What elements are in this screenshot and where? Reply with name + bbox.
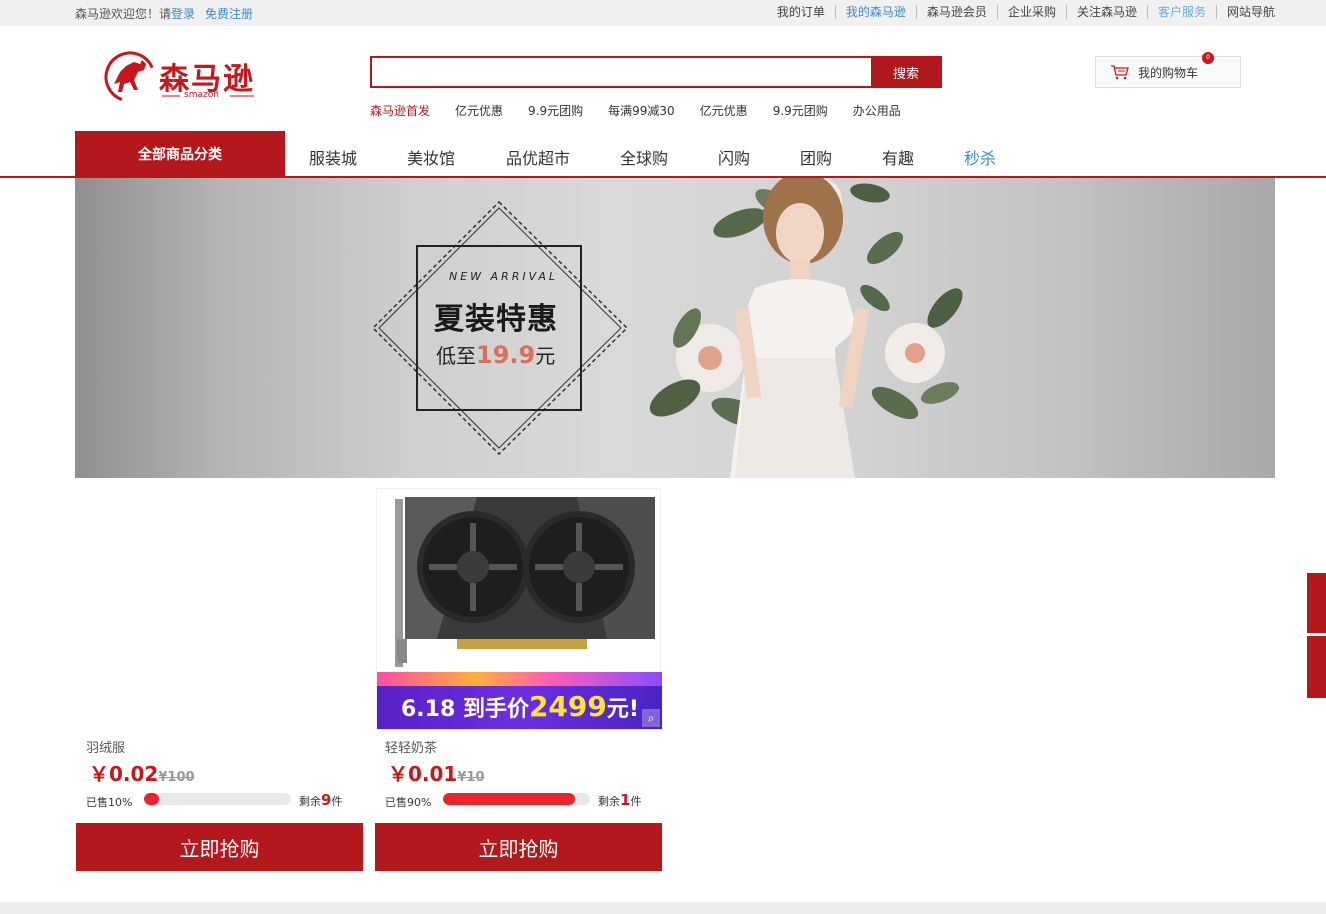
cart-count-badge: 0 [1202, 52, 1214, 64]
hot-keyword[interactable]: 9.9元团购 [773, 102, 828, 119]
footer-bar [0, 902, 1326, 914]
sold-percent-label: 已售10% [86, 796, 133, 809]
zoom-icon[interactable]: ⌕ [642, 709, 660, 727]
remaining-count: 1 [620, 791, 631, 809]
product-image[interactable] [76, 488, 363, 730]
price-row: ￥0.02¥100 [89, 758, 195, 787]
top-bar: 森马逊欢迎您！请登录 免费注册 我的订单 我的森马逊 森马逊会员 企业采购 关注森… [0, 0, 1326, 26]
nav-item-seckill[interactable]: 秒杀 [964, 145, 996, 169]
top-link-orders[interactable]: 我的订单 [767, 5, 835, 19]
all-categories-button[interactable]: 全部商品分类 [75, 131, 285, 176]
product-name[interactable]: 羽绒服 [86, 737, 125, 756]
promo-badge-text: 6.18 到手价2499元! [401, 690, 639, 723]
side-tab-bottom[interactable] [1307, 636, 1326, 698]
promo-banner[interactable]: NEW ARRIVAL 夏装特惠 低至19.9元 [75, 178, 1275, 478]
promo-badge-prefix: 6.18 到手价 [401, 697, 529, 722]
main-nav: 全部商品分类 服装城 美妆馆 品优超市 全球购 闪购 团购 有趣 秒杀 [0, 131, 1326, 178]
remaining-stock: 剩余1件 [598, 791, 641, 809]
sold-progress-fill [443, 793, 576, 805]
product-image[interactable]: 6.18 到手价2499元! ⌕ [376, 488, 662, 730]
hot-keyword[interactable]: 森马逊首发 [370, 102, 430, 119]
hot-keyword[interactable]: 亿元优惠 [455, 102, 503, 119]
login-link[interactable]: 登录 [171, 7, 195, 21]
buy-now-button[interactable]: 立即抢购 [76, 823, 363, 871]
cart-label: 我的购物车 [1138, 65, 1199, 80]
search-button[interactable]: 搜索 [871, 57, 941, 87]
site-logo[interactable]: 森马逊 smazon [100, 50, 270, 112]
graphics-card-image [395, 497, 655, 667]
sold-progress-fill [144, 793, 159, 805]
flower-right [860, 284, 963, 420]
banner-sub-price: 19.9 [476, 341, 536, 369]
top-link-follow[interactable]: 关注森马逊 [1065, 5, 1147, 19]
banner-subtitle: 低至19.9元 [436, 340, 555, 369]
welcome-text: 森马逊欢迎您！请 [75, 7, 172, 21]
register-link[interactable]: 免费注册 [205, 7, 253, 21]
buy-now-button[interactable]: 立即抢购 [375, 823, 662, 871]
product-old-price: ¥100 [158, 770, 195, 785]
sold-percent-label: 已售90% [385, 796, 432, 809]
remaining-prefix: 剩余 [598, 795, 620, 808]
remaining-count: 9 [321, 791, 332, 809]
hot-keyword[interactable]: 亿元优惠 [700, 102, 748, 119]
remaining-prefix: 剩余 [299, 795, 321, 808]
promo-price-badge: 6.18 到手价2499元! ⌕ [377, 672, 662, 729]
banner-title: 夏装特惠 [434, 302, 558, 337]
price-row: ￥0.01¥10 [388, 758, 485, 787]
remaining-unit: 件 [630, 795, 642, 808]
nav-item-beauty[interactable]: 美妆馆 [407, 145, 455, 169]
remaining-unit: 件 [331, 795, 343, 808]
promo-badge-price: 2499 [528, 690, 607, 723]
nav-item-clothing[interactable]: 服装城 [309, 145, 357, 169]
banner-artwork [371, 178, 963, 478]
sold-progress-bar [443, 793, 590, 805]
banner-sub-unit: 元 [535, 344, 556, 368]
product-price: ￥0.02 [89, 762, 159, 786]
side-tab-top[interactable] [1307, 573, 1326, 633]
nav-item-fun[interactable]: 有趣 [882, 145, 914, 169]
nav-item-flash-buy[interactable]: 闪购 [718, 145, 750, 169]
banner-sub-prefix: 低至 [436, 344, 476, 368]
product-old-price: ¥10 [457, 770, 485, 785]
product-name[interactable]: 轻轻奶茶 [385, 737, 437, 756]
search-box: 搜索 [370, 56, 942, 88]
nav-item-global[interactable]: 全球购 [620, 145, 668, 169]
top-link-my-account[interactable]: 我的森马逊 [834, 5, 916, 19]
search-input[interactable] [372, 58, 871, 86]
cart-button[interactable]: 我的购物车 0 [1095, 52, 1241, 88]
promo-badge-suffix: 元! [606, 697, 639, 722]
hot-keyword[interactable]: 9.9元团购 [528, 102, 583, 119]
top-link-enterprise[interactable]: 企业采购 [996, 5, 1066, 19]
top-link-site-nav[interactable]: 网站导航 [1215, 5, 1275, 19]
welcome-area: 森马逊欢迎您！请登录 免费注册 [75, 5, 253, 22]
shopping-cart-icon [1111, 65, 1129, 80]
sold-progress-bar [144, 793, 291, 805]
top-links: 我的订单 我的森马逊 森马逊会员 企业采购 关注森马逊 客户服务 网站导航 [767, 5, 1275, 19]
nav-item-group-buy[interactable]: 团购 [800, 145, 832, 169]
hot-keyword[interactable]: 办公用品 [853, 102, 901, 119]
product-price: ￥0.01 [388, 762, 458, 786]
hot-keyword[interactable]: 每满99减30 [608, 102, 675, 119]
banner-deco-text: NEW ARRIVAL [449, 270, 559, 283]
nav-item-supermarket[interactable]: 品优超市 [506, 145, 570, 169]
hot-keywords: 森马逊首发 亿元优惠 9.9元团购 每满99减30 亿元优惠 9.9元团购 办公… [370, 102, 926, 119]
remaining-stock: 剩余9件 [299, 791, 342, 809]
logo-subtext: smazon [184, 90, 219, 100]
top-link-membership[interactable]: 森马逊会员 [915, 5, 997, 19]
top-link-customer-service[interactable]: 客户服务 [1146, 5, 1216, 19]
